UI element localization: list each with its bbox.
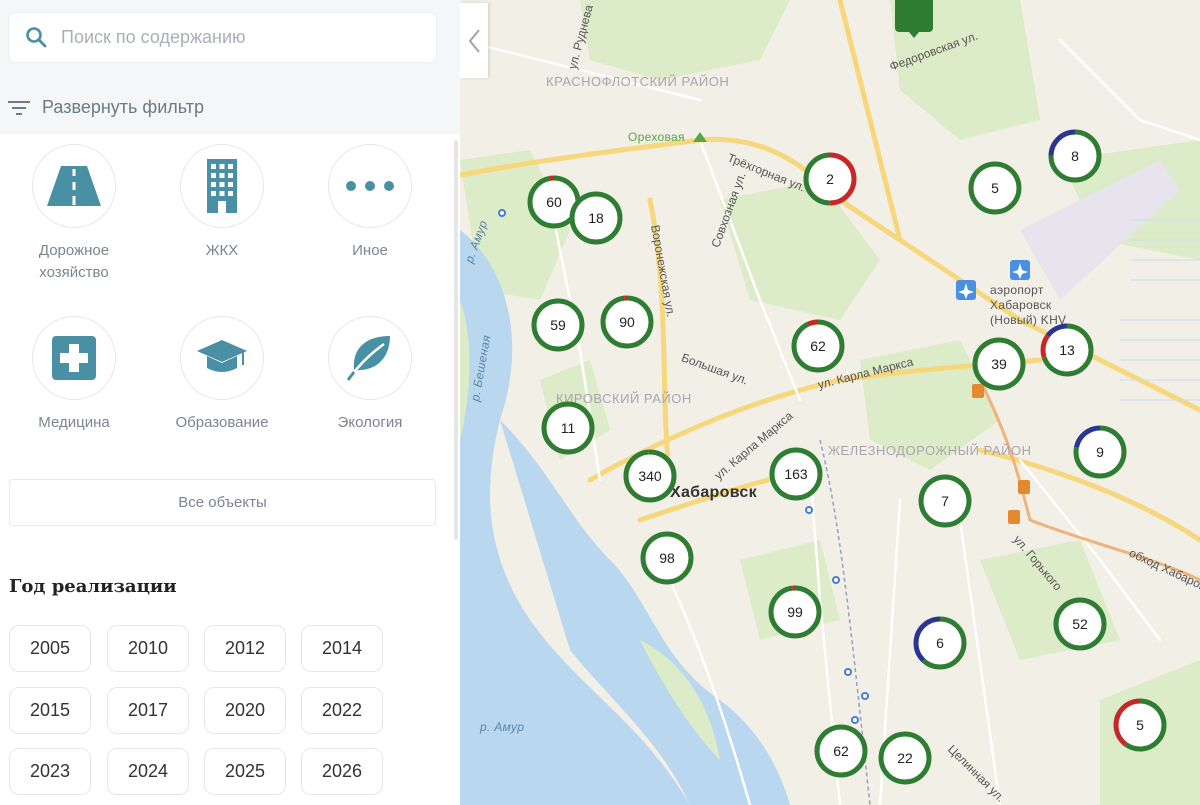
year-button[interactable]: 2012 xyxy=(204,625,286,672)
cluster-count: 9 xyxy=(1096,444,1104,460)
cluster-count: 18 xyxy=(588,210,604,226)
cluster-marker[interactable]: 8 xyxy=(1047,128,1103,184)
leaf-icon xyxy=(346,336,390,381)
expand-filter-button[interactable]: Развернуть фильтр xyxy=(0,82,460,134)
cluster-count: 22 xyxy=(897,750,913,766)
map[interactable]: КРАСНОФЛОТСКИЙ РАЙОН КИРОВСКИЙ РАЙОН ЖЕЛ… xyxy=(460,0,1200,805)
cluster-marker[interactable]: 6 xyxy=(912,615,968,671)
cluster-count: 7 xyxy=(941,493,949,509)
cluster-marker[interactable]: 62 xyxy=(790,318,846,374)
year-heading: Год реализации xyxy=(9,576,177,597)
year-button[interactable]: 2023 xyxy=(9,748,91,795)
cluster-marker[interactable]: 52 xyxy=(1052,596,1108,652)
cluster-marker[interactable]: 11 xyxy=(540,400,596,456)
category-road-circle xyxy=(32,144,116,228)
building-icon xyxy=(207,159,237,213)
cluster-marker[interactable]: 98 xyxy=(639,530,695,586)
year-button[interactable]: 2022 xyxy=(301,687,383,734)
year-button[interactable]: 2014 xyxy=(301,625,383,672)
year-button[interactable]: 2017 xyxy=(107,687,189,734)
district-label: ЖЕЛЕЗНОДОРОЖНЫЙ РАЙОН xyxy=(828,443,1032,458)
cluster-count: 2 xyxy=(826,171,834,187)
cluster-count: 340 xyxy=(638,468,662,484)
all-objects-button[interactable]: Все объекты xyxy=(9,479,436,526)
cluster-marker[interactable]: 62 xyxy=(813,723,869,779)
category-ecology[interactable]: Экология xyxy=(305,316,435,434)
category-housing-label: ЖКХ xyxy=(205,242,239,259)
category-other[interactable]: Иное xyxy=(305,144,435,262)
category-education-circle xyxy=(180,316,264,400)
cluster-marker[interactable]: 90 xyxy=(599,294,655,350)
category-education-label: Образование xyxy=(175,414,269,431)
cluster-count: 6 xyxy=(936,635,944,651)
cluster-marker[interactable]: 59 xyxy=(530,297,586,353)
search-icon xyxy=(26,27,47,48)
category-other-label: Иное xyxy=(352,242,388,259)
category-education[interactable]: Образование xyxy=(157,316,287,434)
chevron-left-icon xyxy=(468,28,480,53)
cluster-marker[interactable]: 99 xyxy=(767,584,823,640)
category-medicine[interactable]: Медицина xyxy=(9,316,139,434)
category-other-circle xyxy=(328,144,412,228)
cluster-marker[interactable]: 13 xyxy=(1039,322,1095,378)
cluster-count: 90 xyxy=(619,314,635,330)
category-road-label: Дорожное хозяйство xyxy=(38,242,110,281)
collapse-sidebar-button[interactable] xyxy=(460,3,488,78)
cluster-count: 62 xyxy=(810,338,826,354)
cluster-marker[interactable]: 5 xyxy=(967,160,1023,216)
medical-cross-icon xyxy=(52,336,96,380)
category-ecology-circle xyxy=(328,316,412,400)
cluster-marker[interactable]: 9 xyxy=(1072,424,1128,480)
cluster-marker[interactable]: 18 xyxy=(568,190,624,246)
cluster-count: 5 xyxy=(1136,717,1144,733)
map-pin-icon[interactable] xyxy=(895,0,933,38)
cluster-marker[interactable]: 340 xyxy=(622,448,678,504)
cluster-marker[interactable]: 22 xyxy=(877,730,933,786)
cluster-marker[interactable]: 163 xyxy=(768,446,824,502)
expand-filter-label: Развернуть фильтр xyxy=(42,97,205,117)
category-medicine-circle xyxy=(32,316,116,400)
category-medicine-label: Медицина xyxy=(38,414,110,431)
year-button[interactable]: 2005 xyxy=(9,625,91,672)
cluster-count: 11 xyxy=(560,420,576,436)
year-button[interactable]: 2010 xyxy=(107,625,189,672)
cluster-count: 52 xyxy=(1072,616,1088,632)
cluster-count: 59 xyxy=(550,317,566,333)
filter-icon xyxy=(8,101,30,115)
river-label: р. Амур xyxy=(480,720,525,734)
year-button[interactable]: 2024 xyxy=(107,748,189,795)
graduation-cap-icon xyxy=(197,340,247,372)
category-road[interactable]: Дорожное хозяйство xyxy=(9,144,139,284)
year-button[interactable]: 2020 xyxy=(204,687,286,734)
category-housing-circle xyxy=(180,144,264,228)
sidebar-scrollbar[interactable] xyxy=(454,140,458,540)
district-label: КРАСНОФЛОТСКИЙ РАЙОН xyxy=(546,74,730,89)
place-label: Ореховая xyxy=(628,130,685,144)
cluster-count: 5 xyxy=(991,180,999,196)
sidebar: Развернуть фильтр Дорожное хозяйство xyxy=(0,0,460,805)
cluster-marker[interactable]: 2 xyxy=(802,151,858,207)
year-button[interactable]: 2015 xyxy=(9,687,91,734)
search-box[interactable] xyxy=(9,13,436,62)
cluster-count: 99 xyxy=(787,604,803,620)
cluster-marker[interactable]: 39 xyxy=(971,336,1027,392)
cluster-marker[interactable]: 5 xyxy=(1112,697,1168,753)
year-button[interactable]: 2025 xyxy=(204,748,286,795)
cluster-count: 13 xyxy=(1059,342,1075,358)
cluster-count: 39 xyxy=(991,356,1007,372)
search-area xyxy=(0,0,460,82)
city-label: Хабаровск xyxy=(670,484,757,501)
cluster-count: 62 xyxy=(833,743,849,759)
cluster-count: 163 xyxy=(784,466,808,482)
cluster-count: 98 xyxy=(659,550,675,566)
category-housing[interactable]: ЖКХ xyxy=(157,144,287,262)
search-input[interactable] xyxy=(61,21,421,53)
cluster-marker[interactable]: 7 xyxy=(917,473,973,529)
more-dots-icon xyxy=(346,181,394,191)
category-ecology-label: Экология xyxy=(337,414,403,431)
cluster-count: 8 xyxy=(1071,148,1079,164)
year-button[interactable]: 2026 xyxy=(301,748,383,795)
road-icon xyxy=(47,166,101,206)
